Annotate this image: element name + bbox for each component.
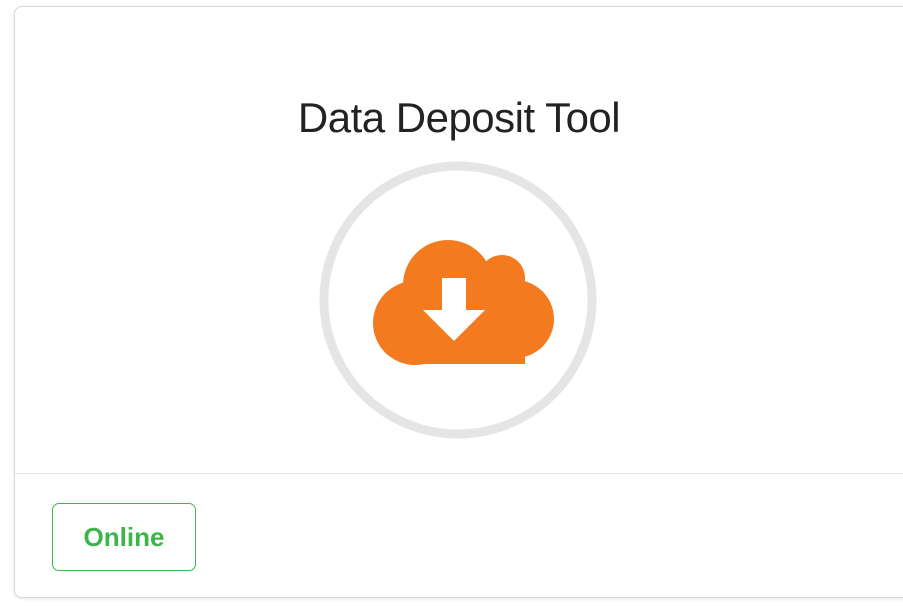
tool-card[interactable]: Data Deposit Tool Online — [14, 6, 903, 598]
cloud-download-icon — [318, 160, 598, 440]
card-body: Data Deposit Tool — [15, 7, 903, 473]
card-footer: Online — [15, 473, 903, 598]
card-title: Data Deposit Tool — [297, 94, 621, 141]
status-badge: Online — [52, 503, 196, 571]
